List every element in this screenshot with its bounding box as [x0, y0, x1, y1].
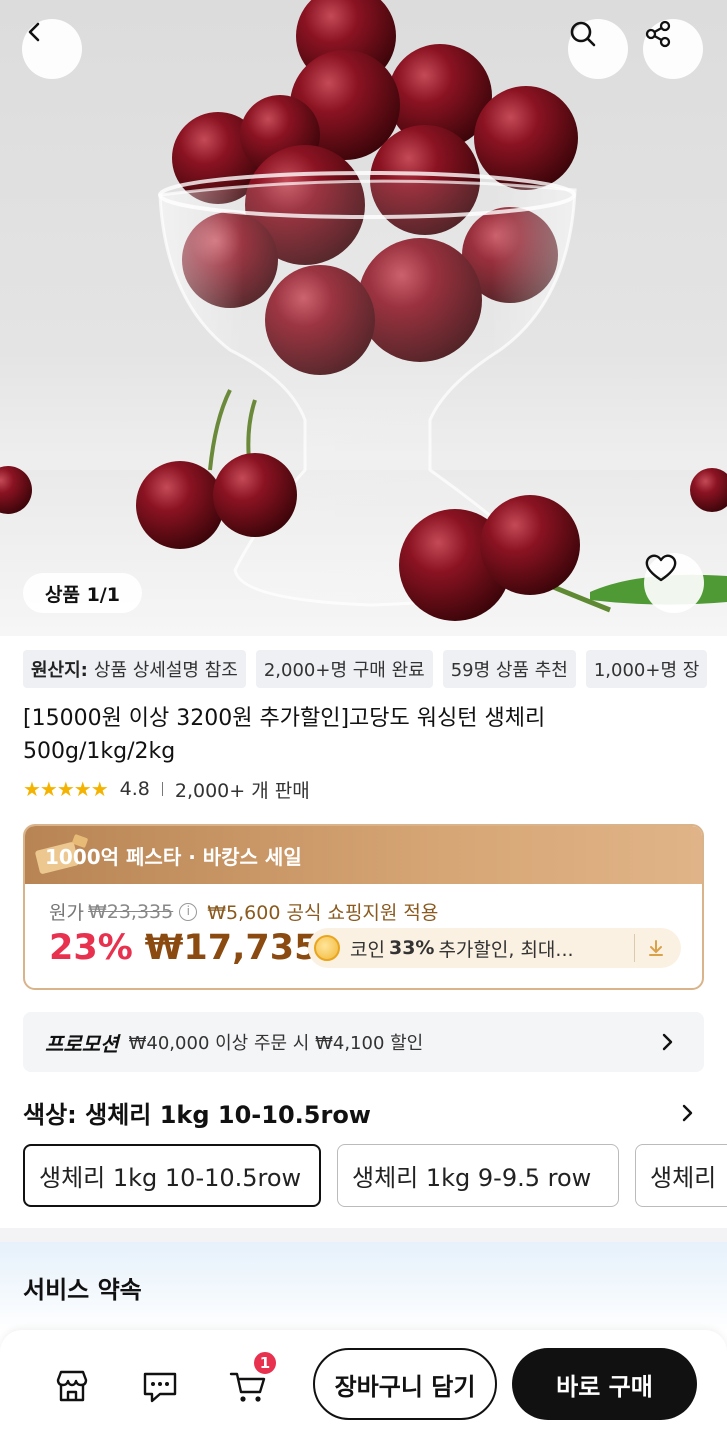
- recommend-chip: 59명 상품 추천: [442, 650, 576, 688]
- promotion-tag: 프로모션: [45, 1031, 119, 1056]
- back-button[interactable]: [22, 19, 82, 79]
- rating-row[interactable]: ★★★★★ 4.8 2,000+ 개 판매: [23, 776, 310, 802]
- product-title: [15000원 이상 3200원 추가할인]고당도 워싱턴 생체리 500g/1…: [23, 706, 546, 764]
- share-button[interactable]: [643, 19, 703, 79]
- product-page: 상품 1/1 원산지: 상품 상세설명 참조 2,000+명 구매 완료 59명…: [0, 0, 727, 1440]
- rating-value: 4.8: [119, 778, 150, 800]
- store-icon[interactable]: [52, 1366, 92, 1406]
- chevron-right-icon: [682, 1104, 693, 1122]
- product-chips: 원산지: 상품 상세설명 참조 2,000+명 구매 완료 59명 상품 추천 …: [23, 650, 708, 688]
- origin-label: 원산지:: [31, 660, 88, 681]
- sale-price: ₩17,735: [144, 928, 319, 968]
- color-option[interactable]: 생체리 1kg 9-9.5 row: [337, 1144, 619, 1207]
- add-to-cart-button[interactable]: 장바구니 담기: [313, 1348, 497, 1420]
- coin-discount-pill[interactable]: 코인 33% 추가할인, 최대...: [308, 928, 681, 968]
- chevron-right-icon: [662, 1033, 673, 1051]
- origin-chip: 원산지: 상품 상세설명 참조: [23, 650, 246, 688]
- coin-prefix: 코인: [350, 938, 385, 961]
- like-button[interactable]: [644, 553, 704, 613]
- download-icon[interactable]: [644, 936, 668, 960]
- buy-now-button[interactable]: 바로 구매: [512, 1348, 697, 1420]
- service-title: 서비스 약속: [23, 1276, 142, 1304]
- color-label: 색상: 생체리 1kg 10-10.5row: [23, 1100, 371, 1129]
- chat-icon[interactable]: [140, 1366, 180, 1406]
- event-title: 1000억 페스타 · 바캉스 세일: [45, 844, 302, 869]
- image-counter: 상품 1/1: [23, 573, 142, 613]
- search-button[interactable]: [568, 19, 628, 79]
- cart-count-badge: 1: [252, 1350, 278, 1376]
- cherry-bowl-illustration: [0, 0, 727, 636]
- cart-count-chip: 1,000+명 장: [585, 650, 708, 688]
- origin-value: 상품 상세설명 참조: [93, 660, 238, 681]
- sale-price-row: 23% ₩17,735: [49, 926, 318, 970]
- original-price-row: 원가 ₩23,335 i ₩5,600 공식 쇼핑지원 적용: [49, 898, 438, 925]
- info-icon[interactable]: i: [179, 902, 198, 921]
- color-options: 생체리 1kg 10-10.5row 생체리 1kg 9-9.5 row 생체리: [23, 1144, 727, 1208]
- color-option[interactable]: 생체리: [635, 1144, 727, 1207]
- search-icon: [570, 21, 596, 47]
- section-divider: [0, 1228, 727, 1242]
- back-arrow-icon: [28, 22, 40, 42]
- price-card: 1000억 페스타 · 바캉스 세일 원가 ₩23,335 i ₩5,600 공…: [23, 824, 704, 990]
- original-price: ₩23,335: [87, 900, 174, 923]
- divider: [161, 782, 163, 796]
- divider: [634, 934, 635, 962]
- sold-count: 2,000+ 개 판매: [174, 779, 310, 802]
- product-image[interactable]: 상품 1/1: [0, 0, 727, 636]
- discount-rate: 23%: [49, 928, 133, 968]
- star-rating-icon: ★★★★★: [23, 777, 109, 801]
- service-promise-section: 서비스 약속: [0, 1242, 727, 1332]
- color-option-selected[interactable]: 생체리 1kg 10-10.5row: [23, 1144, 321, 1207]
- coin-suffix: 추가할인, 최대...: [438, 938, 574, 961]
- purchase-count-chip: 2,000+명 구매 완료: [255, 650, 433, 688]
- share-icon: [645, 20, 671, 48]
- promotion-text: ₩40,000 이상 주문 시 ₩4,100 할인: [128, 1033, 424, 1054]
- heart-icon: [645, 554, 677, 582]
- color-selector-header[interactable]: 색상: 생체리 1kg 10-10.5row: [23, 1092, 704, 1132]
- coin-icon: [314, 935, 340, 961]
- original-label: 원가: [49, 902, 84, 924]
- event-banner: 1000억 페스타 · 바캉스 세일: [25, 826, 702, 884]
- promotion-row[interactable]: 프로모션 ₩40,000 이상 주문 시 ₩4,100 할인: [23, 1012, 704, 1072]
- coin-rate: 33%: [388, 937, 435, 959]
- shopping-support: ₩5,600 공식 쇼핑지원 적용: [207, 902, 439, 924]
